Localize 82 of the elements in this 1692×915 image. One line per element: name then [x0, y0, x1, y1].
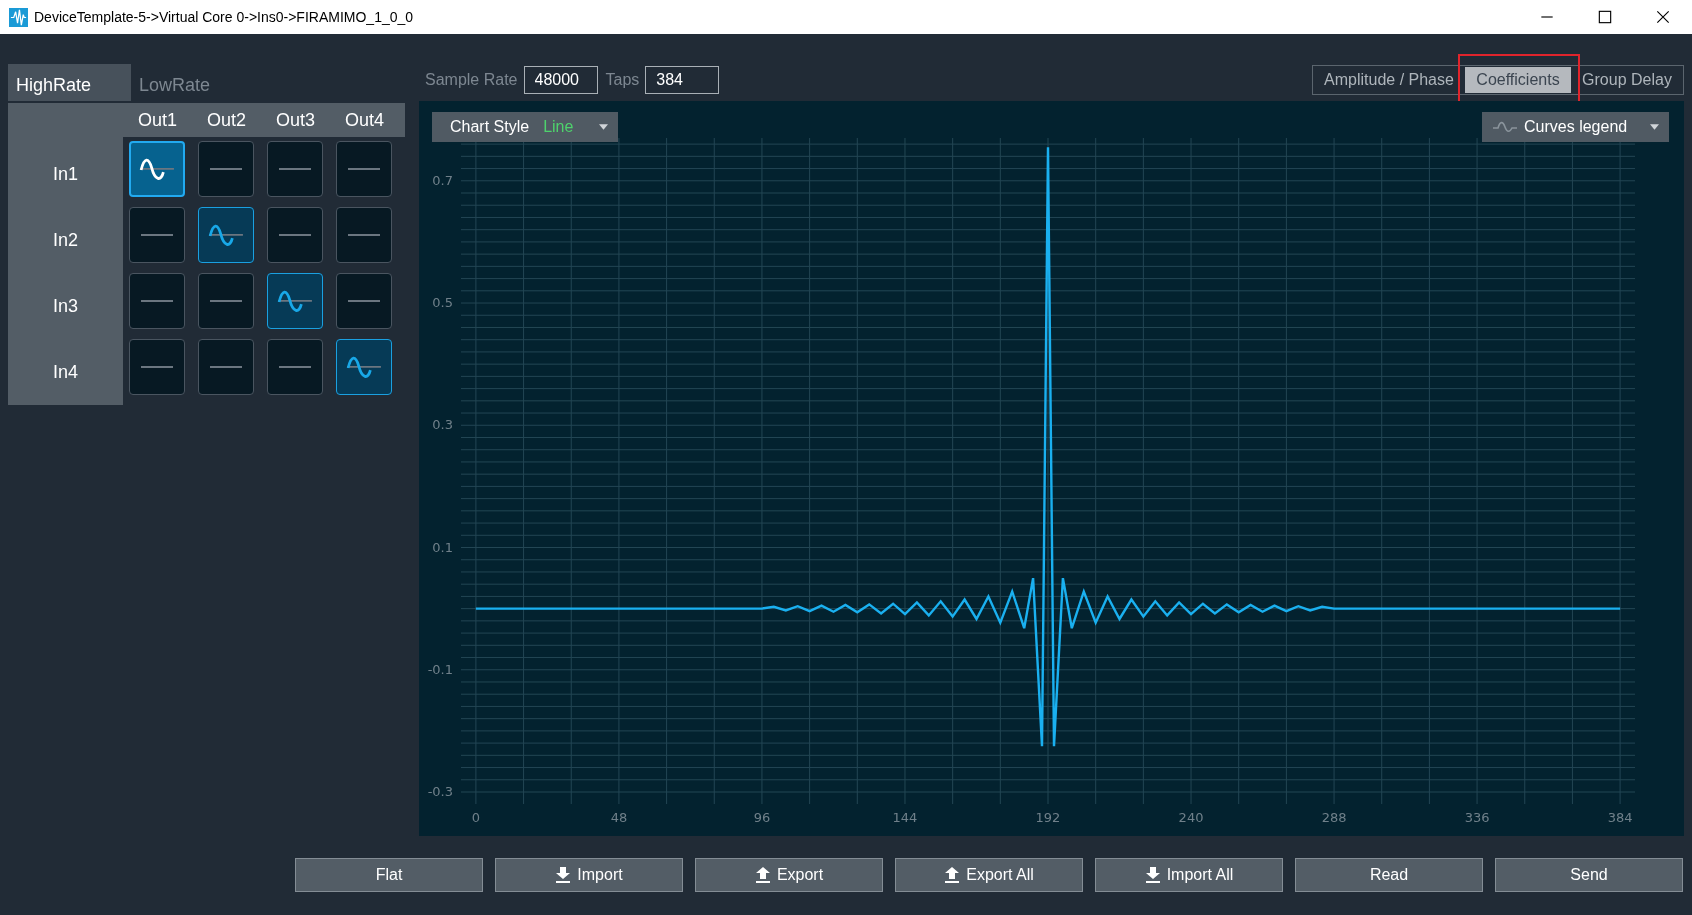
empty-filter-cell[interactable] [198, 339, 254, 395]
view-tab[interactable]: Amplitude / Phase [1313, 67, 1465, 93]
flat-line-icon [347, 168, 381, 170]
flat-line-icon [278, 234, 312, 236]
flat-line-icon [209, 366, 243, 368]
wave-icon [277, 288, 313, 314]
chart-style-dropdown[interactable]: Chart Style Line [432, 112, 618, 142]
action-button[interactable]: Export [695, 858, 883, 892]
column-header: Out4 [344, 109, 385, 131]
y-tick-label: 0.1 [432, 539, 453, 555]
row-label: In2 [53, 229, 78, 251]
action-button[interactable]: Send [1495, 858, 1683, 892]
flat-line-icon [347, 234, 381, 236]
column-header: Out1 [137, 109, 178, 131]
waveform-app-icon [9, 7, 28, 27]
flat-line-icon [278, 168, 312, 170]
x-tick-label: 48 [610, 810, 628, 825]
flat-line-icon [209, 168, 243, 170]
upload-icon [754, 867, 771, 883]
empty-filter-cell[interactable] [336, 273, 392, 329]
x-tick-label: 144 [892, 810, 918, 825]
taps-field[interactable]: 384 [645, 66, 720, 94]
column-header: Out2 [206, 109, 247, 131]
x-tick-label: 192 [1035, 810, 1061, 825]
x-tick-label: 240 [1178, 810, 1204, 825]
y-tick-label: -0.1 [427, 661, 453, 677]
empty-filter-cell[interactable] [267, 339, 323, 395]
flat-line-icon [278, 366, 312, 368]
taps-label: Taps [605, 71, 640, 89]
y-tick-label: 0.3 [432, 417, 453, 433]
view-tab[interactable]: Group Delay [1571, 67, 1683, 93]
y-tick-label: -0.3 [427, 784, 453, 799]
rate-tab[interactable]: LowRate [131, 64, 254, 101]
sample-rate-label: Sample Rate [425, 71, 518, 89]
row-label: In3 [53, 295, 78, 317]
empty-filter-cell[interactable] [129, 207, 185, 263]
x-tick-label: 336 [1464, 810, 1490, 825]
curves-legend-dropdown[interactable]: Curves legend [1482, 112, 1669, 142]
filter-curve-cell[interactable] [129, 141, 185, 197]
action-button[interactable]: Export All [895, 858, 1083, 892]
x-tick-label: 96 [753, 810, 771, 825]
flat-line-icon [140, 300, 174, 302]
rate-tab[interactable]: HighRate [8, 64, 131, 101]
download-icon [555, 867, 572, 883]
wave-icon [346, 354, 382, 380]
wave-icon [139, 156, 175, 182]
y-tick-label: 0.7 [432, 172, 453, 188]
x-tick-label: 0 [471, 810, 481, 825]
empty-filter-cell[interactable] [267, 141, 323, 197]
flat-line-icon [140, 366, 174, 368]
window-title: DeviceTemplate-5->Virtual Core 0->Ins0->FIRAMIMO_1_0_0 [34, 9, 414, 25]
row-label: In1 [53, 163, 78, 185]
sample-rate-field[interactable]: 48000 [523, 66, 598, 94]
empty-filter-cell[interactable] [198, 273, 254, 329]
action-button[interactable]: Flat [295, 858, 483, 892]
column-header: Out3 [275, 109, 316, 131]
filter-curve-cell[interactable] [336, 339, 392, 395]
flat-line-icon [347, 300, 381, 302]
empty-filter-cell[interactable] [267, 207, 323, 263]
action-button[interactable]: Read [1295, 858, 1483, 892]
flat-line-icon [209, 300, 243, 302]
empty-filter-cell[interactable] [336, 207, 392, 263]
x-tick-label: 288 [1321, 810, 1347, 825]
empty-filter-cell[interactable] [129, 273, 185, 329]
upload-icon [944, 867, 961, 883]
empty-filter-cell[interactable] [336, 141, 392, 197]
filter-curve-cell[interactable] [267, 273, 323, 329]
caret-icon [599, 124, 608, 130]
view-tab[interactable]: Coefficients [1465, 67, 1571, 93]
empty-filter-cell[interactable] [129, 339, 185, 395]
download-icon [1144, 867, 1161, 883]
flat-line-icon [140, 234, 174, 236]
filter-curve-cell[interactable] [198, 207, 254, 263]
wave-icon [208, 222, 244, 248]
caret-icon [1650, 124, 1659, 130]
y-tick-label: 0.5 [432, 295, 453, 311]
x-tick-label: 384 [1607, 810, 1633, 825]
empty-filter-cell[interactable] [198, 141, 254, 197]
action-button[interactable]: Import All [1095, 858, 1283, 892]
wave-icon [1492, 120, 1518, 134]
row-label: In4 [53, 361, 78, 383]
action-button[interactable]: Import [495, 858, 683, 892]
